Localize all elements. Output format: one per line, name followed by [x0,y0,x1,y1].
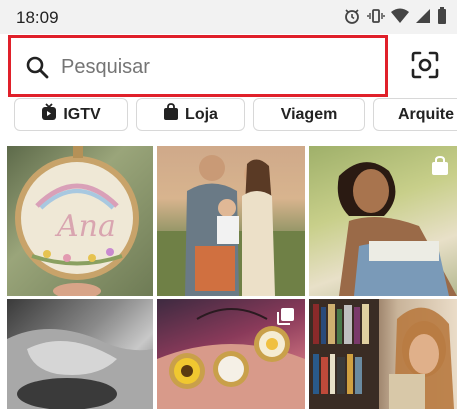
vibrate-icon [367,7,385,30]
igtv-icon [41,103,57,126]
search-box[interactable] [8,35,388,97]
chip-viagem[interactable]: Viagem [253,98,365,131]
chip-label: Loja [185,105,218,123]
hands-photo-image [7,329,153,409]
shopping-bag-icon [431,155,449,181]
couple-photo-image [157,155,305,296]
grid-post-bookshelf[interactable] [309,299,457,409]
chip-igtv[interactable]: IGTV [14,98,128,131]
chip-label: IGTV [63,105,101,123]
chip-loja[interactable]: Loja [136,98,245,131]
grid-post-embroidery-hoop[interactable]: Ana [7,146,153,296]
battery-icon [437,6,447,30]
topic-chips: IGTV Loja Viagem Arquite [0,98,457,142]
alarm-icon [343,7,361,30]
status-bar: 18:09 [0,0,457,34]
grid-post-hands[interactable] [7,299,153,409]
hoop-text: Ana [54,209,116,244]
status-icons [343,6,447,30]
wifi-icon [391,8,409,29]
embroidery-hoop-image: Ana [15,146,139,296]
scan-icon [410,50,440,85]
scan-button[interactable] [408,50,442,84]
chip-label: Viagem [280,105,338,123]
shopping-bag-icon [163,103,179,126]
chip-label: Arquite [398,105,454,123]
grid-post-couple-baby[interactable] [157,146,305,296]
search-input[interactable] [61,52,361,82]
search-row [0,34,457,98]
chip-arquitetura[interactable]: Arquite [373,98,457,131]
status-time: 18:09 [16,8,59,27]
signal-icon [415,8,431,29]
search-icon [25,55,49,79]
grid-post-woman-portrait[interactable] [309,146,457,296]
explore-grid: Ana [0,146,457,409]
grid-post-keychains[interactable] [157,299,305,409]
multi-post-icon [277,307,295,330]
bookshelf-photo-image [309,299,454,409]
